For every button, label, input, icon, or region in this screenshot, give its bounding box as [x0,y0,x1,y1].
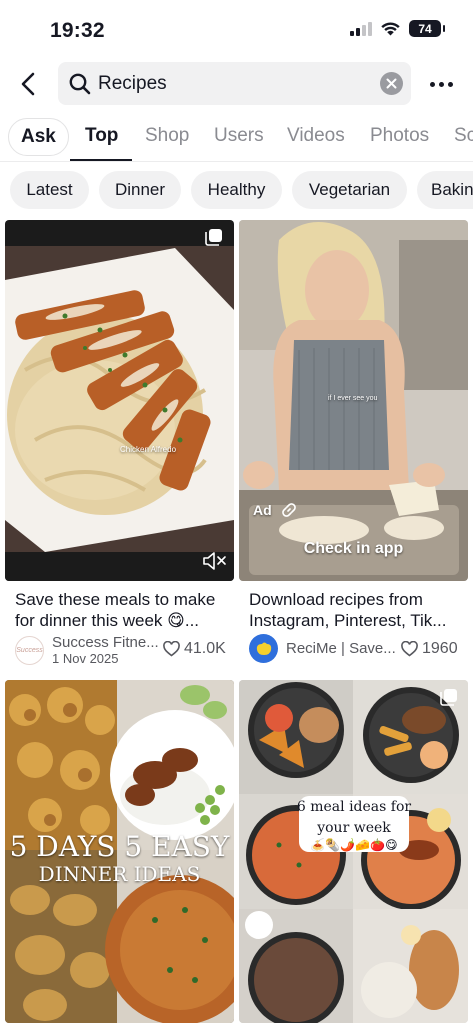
video-caption-overlay: if I ever see you [328,395,378,402]
heart-icon [163,641,180,657]
caption-line1: 6 meal ideas for [296,799,412,815]
filter-chips: Latest Dinner Healthy Vegetarian Bakin [0,171,473,209]
video-title-overlay-line1: 5 DAYS 5 EASY [9,830,230,863]
cellular-signal-icon [350,21,372,36]
check-in-app-button[interactable]: Check in app [239,540,468,558]
tab-sounds[interactable]: Sc [454,110,473,161]
avatar-logo-text: Success [16,646,43,654]
author-name[interactable]: ReciMe | Save... [286,640,396,657]
chicken-alfredo-image [5,220,234,581]
search-icon [69,73,91,94]
status-icons: 74 [350,20,445,37]
video-caption-overlay: Chicken Alfredo [120,445,177,454]
card-thumbnail[interactable]: Chicken Alfredo [5,220,234,581]
tab-users[interactable]: Users [214,110,264,161]
battery-icon: 74 [409,20,445,37]
like-count[interactable]: 1960 [401,640,458,658]
card-title: Download recipes from Instagram, Pintere… [249,590,447,630]
like-count[interactable]: 41.0K [163,640,226,658]
heart-icon [401,641,418,657]
ad-label-row: Ad [253,502,296,518]
chip-healthy[interactable]: Healthy [191,171,282,209]
result-card[interactable]: 5 DAYS 5 EASY DINNER IDEAS [5,680,234,1023]
tab-shop[interactable]: Shop [145,110,189,161]
dot-icon [429,81,435,87]
mute-icon[interactable] [202,551,228,571]
chip-latest[interactable]: Latest [10,171,89,209]
dot-icon [447,81,453,87]
carousel-icon [205,229,222,246]
like-count-value: 1960 [422,640,458,657]
wifi-icon [381,22,400,36]
dot-icon [438,81,444,87]
tab-videos[interactable]: Videos [287,110,345,161]
post-date: 1 Nov 2025 [52,651,119,666]
more-options-button[interactable] [423,71,459,97]
caption-line2: your week [317,820,391,836]
status-bar: 19:32 74 [0,0,473,58]
search-box[interactable] [58,62,411,105]
active-tab-indicator [70,159,132,161]
search-header [0,58,473,110]
chip-baking[interactable]: Bakin [417,171,473,209]
avatar[interactable]: Success [15,635,44,665]
video-title-overlay-line2: DINNER IDEAS [38,862,201,886]
card-thumbnail[interactable]: if I ever see you Ad Check in app [239,220,468,581]
result-card[interactable]: 6 meal ideas for your week 🍝🌯🌶️🧀🍅😋 [239,680,468,1023]
card-author-row: ReciMe | Save... [249,634,396,663]
card-title: Save these meals to make for dinner this… [15,590,216,630]
close-icon [386,78,397,89]
chevron-left-icon [21,72,35,96]
chip-vegetarian[interactable]: Vegetarian [292,171,407,209]
tab-top[interactable]: Top [85,110,118,161]
result-card[interactable]: if I ever see you Ad Check in app Downlo… [239,220,468,673]
tab-photos[interactable]: Photos [370,110,429,161]
author-name[interactable]: Success Fitne... [52,634,159,651]
like-count-value: 41.0K [184,640,226,657]
card-thumbnail[interactable]: 6 meal ideas for your week 🍝🌯🌶️🧀🍅😋 [239,680,468,1023]
recime-logo-icon [256,642,271,655]
link-icon [281,503,296,517]
card-author-row: Success Success Fitne... 1 Nov 2025 [15,634,159,666]
tab-ask[interactable]: Ask [8,118,69,156]
chip-dinner[interactable]: Dinner [99,171,181,209]
caption-emojis: 🍝🌯🌶️🧀🍅😋 [310,838,398,852]
card-thumbnail[interactable]: 5 DAYS 5 EASY DINNER IDEAS [5,680,234,1023]
status-time: 19:32 [50,19,105,42]
back-button[interactable] [12,66,44,102]
carousel-icon [440,689,457,706]
clear-search-button[interactable] [380,72,403,95]
search-tabs: Ask Top Shop Users Videos Photos Sc [0,110,473,162]
result-card[interactable]: Chicken Alfredo Save these meals to make… [5,220,234,673]
recime-avatar[interactable] [249,634,278,663]
ad-label: Ad [253,502,272,518]
search-input[interactable] [98,72,368,95]
